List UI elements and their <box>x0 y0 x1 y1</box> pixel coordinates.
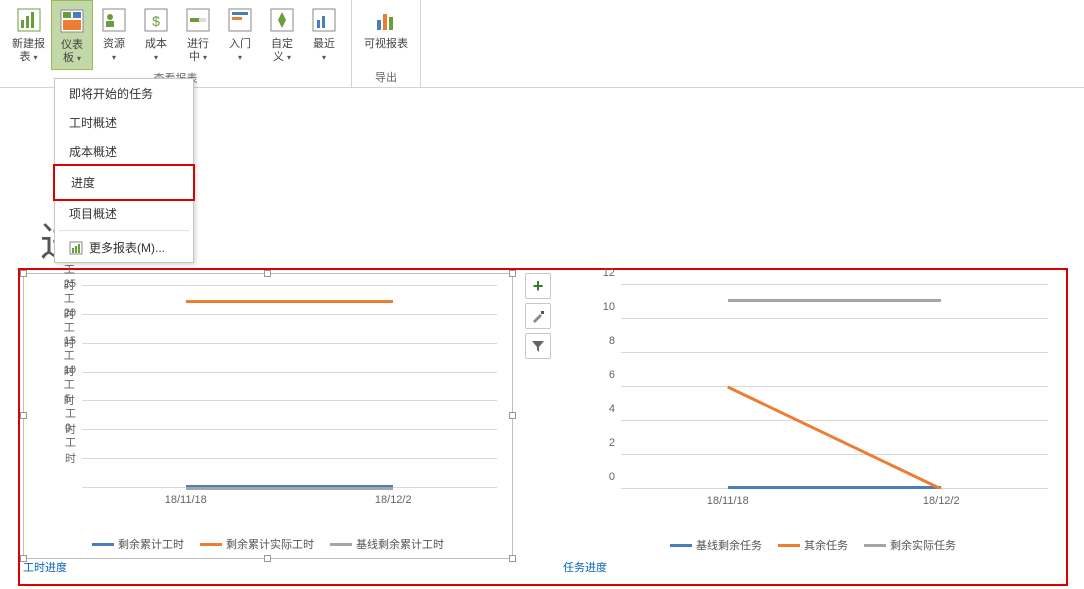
legend-label: 基线剩余累计工时 <box>356 536 444 552</box>
task-progress-chart-wrap: 0 2 4 6 8 10 12 18/11/18 18/12/2 基线剩余任务 … <box>563 273 1063 581</box>
visual-reports-button[interactable]: 可视报表 <box>358 0 414 69</box>
visual-reports-label: 可视报表 <box>364 38 408 51</box>
visual-reports-icon <box>372 4 400 36</box>
inprogress-button[interactable]: 进行中 ▾ <box>177 0 219 70</box>
dropdown-separator <box>59 230 189 231</box>
legend-item: 剩余累计工时 <box>92 536 184 552</box>
resource-button[interactable]: 资源▾ <box>93 0 135 70</box>
xtick: 18/12/2 <box>375 494 412 506</box>
ribbon: 新建报表 ▾ 仪表板 ▾ 资源▾ $ 成本▾ 进行中 ▾ 入门▾ <box>0 0 1084 88</box>
custom-label: 自定义 ▾ <box>271 38 293 64</box>
ytick: 10 <box>603 301 615 313</box>
legend-item: 基线剩余累计工时 <box>330 536 444 552</box>
legend-label: 剩余累计实际工时 <box>226 536 314 552</box>
legend-item: 基线剩余任务 <box>670 537 762 553</box>
dropdown-project-overview[interactable]: 项目概述 <box>55 199 193 228</box>
ytick: 0 <box>609 471 615 483</box>
cost-button[interactable]: $ 成本▾ <box>135 0 177 70</box>
ytick: 12 <box>603 267 615 279</box>
selection-handle[interactable] <box>264 555 271 562</box>
ytick: 4 <box>609 403 615 415</box>
legend-item: 其余任务 <box>778 537 848 553</box>
selection-handle[interactable] <box>20 555 27 562</box>
dropdown-cost-overview[interactable]: 成本概述 <box>55 137 193 166</box>
legend-label: 剩余实际任务 <box>890 537 956 553</box>
content-area: 0 工时 5 工时 10 工时 15 工时 20 工时 25 工时 30 工时 … <box>18 268 1068 586</box>
new-report-button[interactable]: 新建报表 ▾ <box>6 0 51 70</box>
dropdown-progress[interactable]: 进度 <box>53 164 195 201</box>
series-other-tasks <box>621 285 1048 489</box>
recent-label: 最近▾ <box>313 38 335 64</box>
more-reports-icon <box>69 241 83 255</box>
gettingstarted-icon <box>226 4 254 36</box>
xtick: 18/11/18 <box>707 495 749 507</box>
inprogress-label: 进行中 ▾ <box>187 38 209 64</box>
legend-label: 剩余累计工时 <box>118 536 184 552</box>
task-progress-caption[interactable]: 任务进度 <box>563 562 607 574</box>
custom-button[interactable]: 自定义 ▾ <box>261 0 303 70</box>
ribbon-group-view: 新建报表 ▾ 仪表板 ▾ 资源▾ $ 成本▾ 进行中 ▾ 入门▾ <box>0 0 352 87</box>
cost-label: 成本▾ <box>145 38 167 64</box>
ytick: 8 <box>609 335 615 347</box>
group-label-export: 导出 <box>375 69 397 87</box>
gettingstarted-button[interactable]: 入门▾ <box>219 0 261 70</box>
chart-legend: 基线剩余任务 其余任务 剩余实际任务 <box>563 537 1063 553</box>
dashboard-icon <box>58 5 86 37</box>
work-progress-caption[interactable]: 工时进度 <box>23 562 67 574</box>
resource-icon <box>100 4 128 36</box>
inprogress-icon <box>184 4 212 36</box>
custom-icon <box>268 4 296 36</box>
task-progress-chart[interactable]: 0 2 4 6 8 10 12 18/11/18 18/12/2 基线剩余任务 … <box>563 273 1063 559</box>
dashboard-dropdown: 即将开始的任务 工时概述 成本概述 进度 项目概述 更多报表(M)... <box>54 78 194 263</box>
selection-handle[interactable] <box>20 270 27 277</box>
chart-legend: 剩余累计工时 剩余累计实际工时 基线剩余累计工时 <box>24 536 512 552</box>
chart-style-button[interactable] <box>525 303 551 329</box>
legend-item: 剩余实际任务 <box>864 537 956 553</box>
selection-handle[interactable] <box>509 270 516 277</box>
svg-text:$: $ <box>152 13 160 29</box>
chart-add-element-button[interactable]: + <box>525 273 551 299</box>
xtick: 18/12/2 <box>923 495 960 507</box>
dashboard-label: 仪表板 ▾ <box>61 39 83 65</box>
new-report-label: 新建报表 ▾ <box>12 38 45 64</box>
work-progress-chart[interactable]: 0 工时 5 工时 10 工时 15 工时 20 工时 25 工时 30 工时 … <box>23 273 513 559</box>
legend-item: 剩余累计实际工时 <box>200 536 314 552</box>
recent-button[interactable]: 最近▾ <box>303 0 345 70</box>
ribbon-group-export: 可视报表 导出 <box>352 0 421 87</box>
selection-handle[interactable] <box>20 412 27 419</box>
dropdown-upcoming-tasks[interactable]: 即将开始的任务 <box>55 79 193 108</box>
chart-filter-button[interactable] <box>525 333 551 359</box>
cost-icon: $ <box>142 4 170 36</box>
more-reports-label: 更多报表(M)... <box>89 239 165 256</box>
work-progress-chart-wrap: 0 工时 5 工时 10 工时 15 工时 20 工时 25 工时 30 工时 … <box>23 273 513 581</box>
legend-label: 其余任务 <box>804 537 848 553</box>
selection-handle[interactable] <box>264 270 271 277</box>
dropdown-work-overview[interactable]: 工时概述 <box>55 108 193 137</box>
dropdown-more-reports[interactable]: 更多报表(M)... <box>55 233 193 262</box>
chart-side-tools: + <box>525 273 551 581</box>
selection-handle[interactable] <box>509 412 516 419</box>
ytick: 2 <box>609 437 615 449</box>
xtick: 18/11/18 <box>165 494 207 506</box>
new-report-icon <box>15 4 43 36</box>
series-baseline-remaining-work <box>186 487 394 490</box>
recent-icon <box>310 4 338 36</box>
dashboard-button[interactable]: 仪表板 ▾ <box>51 0 93 70</box>
ytick: 6 <box>609 369 615 381</box>
gettingstarted-label: 入门▾ <box>229 38 251 64</box>
resource-label: 资源▾ <box>103 38 125 64</box>
series-remaining-actual-work <box>186 300 394 303</box>
chart-plot-area: 0 2 4 6 8 10 12 18/11/18 18/12/2 <box>621 285 1048 489</box>
chart-plot-area: 0 工时 5 工时 10 工时 15 工时 20 工时 25 工时 30 工时 … <box>82 286 497 488</box>
selection-handle[interactable] <box>509 555 516 562</box>
legend-label: 基线剩余任务 <box>696 537 762 553</box>
